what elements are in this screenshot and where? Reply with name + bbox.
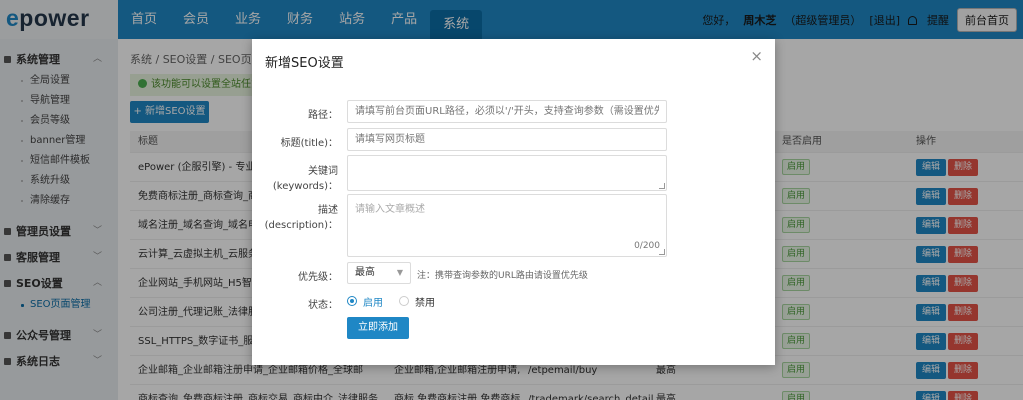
chevron-down-icon: ▼ bbox=[396, 268, 403, 277]
status-on-radio[interactable]: 启用 bbox=[347, 295, 383, 309]
close-icon[interactable]: × bbox=[750, 49, 763, 64]
status-label: 状态： bbox=[308, 300, 338, 311]
status-off-radio[interactable]: 禁用 bbox=[399, 295, 435, 309]
status-on-label: 启用 bbox=[363, 297, 383, 309]
radio-unchecked-icon bbox=[399, 296, 409, 306]
title-label: 标题(title)： bbox=[280, 138, 338, 149]
desc-counter: 0/200 bbox=[634, 241, 660, 251]
app: epower 首页 会员 业务 财务 站务 产品 系统 您好， 周木芝 （超级管理员） [退出]… bbox=[0, 0, 1023, 400]
status-off-label: 禁用 bbox=[415, 297, 435, 309]
resize-handle[interactable] bbox=[659, 183, 665, 189]
priority-value: 最高 bbox=[355, 267, 375, 278]
submit-button[interactable]: 立即添加 bbox=[347, 317, 409, 339]
desc-label: 描述(description)： bbox=[264, 205, 338, 231]
resize-handle[interactable] bbox=[659, 249, 665, 255]
desc-textarea[interactable]: 请输入文章概述 0/200 bbox=[347, 194, 667, 257]
priority-note: 注：携带查询参数的URL路由请设置优先级 bbox=[417, 271, 588, 281]
desc-placeholder: 请输入文章概述 bbox=[355, 204, 425, 215]
radio-checked-icon bbox=[347, 296, 357, 306]
priority-label: 优先级： bbox=[298, 272, 338, 283]
modal-title: 新增SEO设置 bbox=[265, 56, 344, 71]
keywords-label: 关键词(keywords)： bbox=[272, 166, 338, 192]
path-input[interactable] bbox=[347, 100, 667, 123]
path-label: 路径： bbox=[308, 110, 338, 121]
add-seo-modal: 新增SEO设置 × 路径： 标题(title)： 关键词(keywords)： … bbox=[252, 39, 775, 365]
priority-select[interactable]: 最高 ▼ bbox=[347, 262, 411, 284]
title-input[interactable] bbox=[347, 128, 667, 151]
keywords-textarea[interactable] bbox=[347, 155, 667, 191]
